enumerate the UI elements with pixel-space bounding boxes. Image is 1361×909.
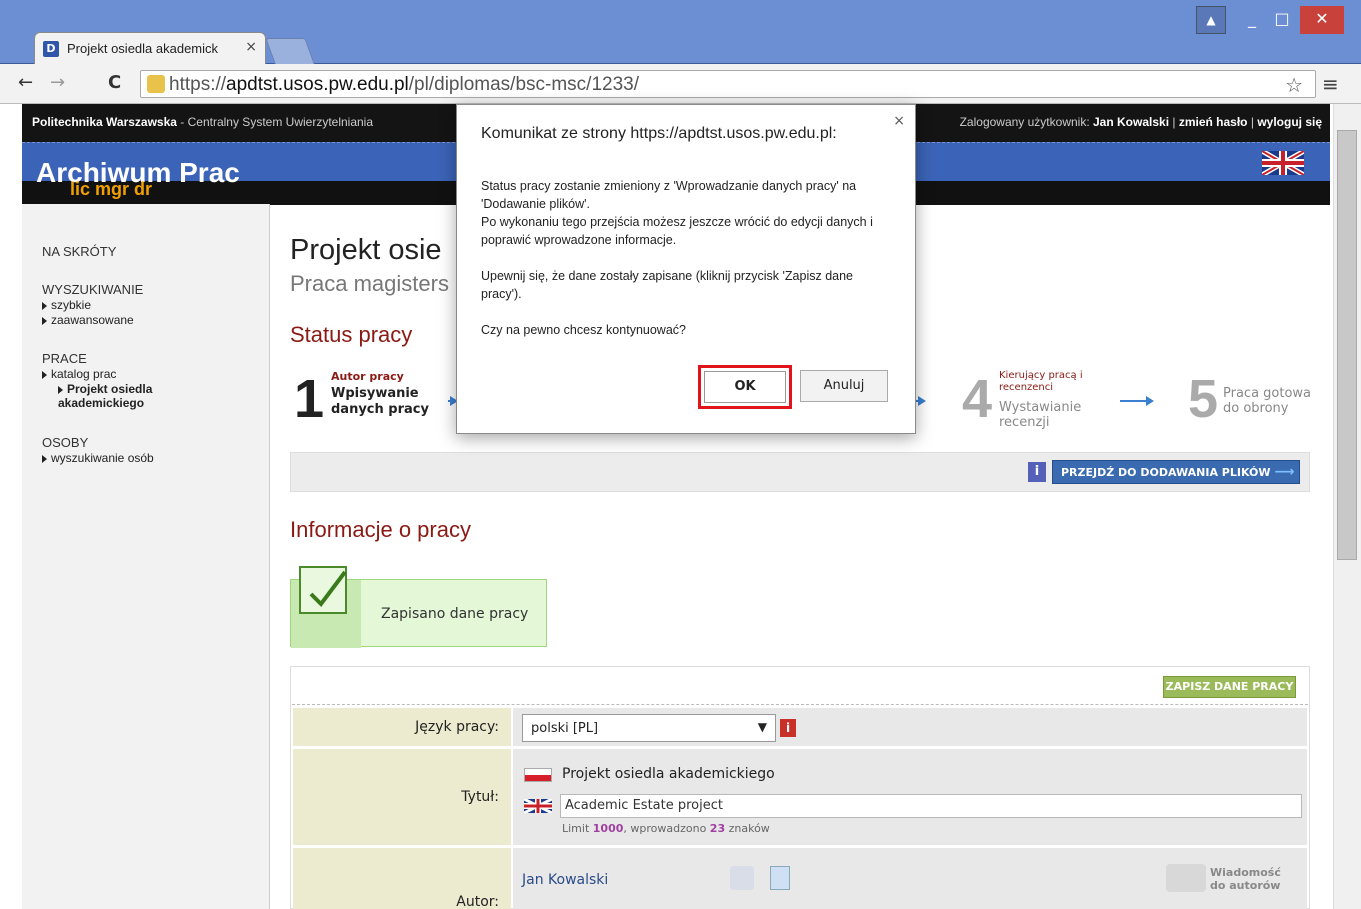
title-pl: Projekt osiedla akademickiego bbox=[562, 766, 775, 782]
user-icon[interactable]: ▲ bbox=[1196, 6, 1226, 34]
status-heading: Status pracy bbox=[290, 322, 413, 347]
sidebar: NA SKRÓTY WYSZUKIWANIE szybkie zaawansow… bbox=[22, 204, 270, 909]
tab-title: Projekt osiedla akademick bbox=[67, 41, 219, 56]
sidebar-item-current-work[interactable]: Projekt osiedla akademickiego bbox=[58, 382, 178, 410]
maximize-icon[interactable]: □ bbox=[1268, 6, 1296, 34]
saved-notice: Zapisano dane pracy bbox=[290, 566, 547, 648]
new-tab-button[interactable] bbox=[265, 38, 315, 64]
document-icon[interactable] bbox=[770, 866, 790, 890]
step-1-label: Wpisywanie danych pracy bbox=[331, 386, 429, 417]
arrow-icon bbox=[916, 396, 926, 406]
arrow-icon bbox=[448, 396, 458, 406]
uk-flag-icon[interactable] bbox=[1260, 148, 1306, 178]
triangle-icon bbox=[58, 385, 63, 394]
minimize-icon[interactable]: _ bbox=[1238, 6, 1266, 34]
dialog-close-icon[interactable]: × bbox=[893, 113, 905, 129]
lang-label: Język pracy: bbox=[293, 708, 511, 746]
triangle-icon bbox=[42, 454, 47, 463]
triangle-icon bbox=[42, 301, 47, 310]
saved-message: Zapisano dane pracy bbox=[381, 606, 529, 622]
author-label: Autor: bbox=[293, 848, 511, 909]
edit-icon[interactable] bbox=[730, 866, 754, 890]
dialog-message: Status pracy zostanie zmieniony z 'Wprow… bbox=[481, 179, 873, 337]
step-1-number: 1 bbox=[294, 369, 325, 429]
sidebar-item-person-search[interactable]: wyszukiwanie osób bbox=[42, 451, 154, 465]
page-subtitle: Praca magisters bbox=[290, 271, 449, 296]
back-icon[interactable]: ← bbox=[18, 72, 33, 93]
forward-icon[interactable]: → bbox=[50, 72, 65, 93]
go-to-files-button[interactable]: PRZEJDŹ DO DODAWANIA PLIKÓW ⟶ bbox=[1052, 460, 1300, 484]
sidebar-item-advanced-search[interactable]: zaawansowane bbox=[42, 313, 134, 327]
browser-chrome: D Projekt osiedla akademick × ▲ _ □ ✕ ← … bbox=[0, 0, 1361, 104]
title-bar: D Projekt osiedla akademick × ▲ _ □ ✕ bbox=[0, 0, 1361, 64]
sidebar-item-catalog[interactable]: katalog prac bbox=[42, 367, 116, 381]
message-authors-link[interactable]: Wiadomość do autorów bbox=[1210, 866, 1290, 892]
logout-link[interactable]: wyloguj się bbox=[1257, 115, 1322, 129]
change-password-link[interactable]: zmień hasło bbox=[1179, 115, 1248, 129]
sidebar-item-quick-search[interactable]: szybkie bbox=[42, 298, 91, 312]
message-icon[interactable] bbox=[1166, 864, 1206, 892]
info-heading: Informacje o pracy bbox=[290, 517, 471, 542]
title-en-input[interactable]: Academic Estate project bbox=[560, 794, 1302, 818]
title-label: Tytuł: bbox=[293, 749, 511, 845]
user-name: Jan Kowalski bbox=[1093, 115, 1170, 129]
sidebar-shortcuts[interactable]: NA SKRÓTY bbox=[42, 244, 116, 259]
arrow-right-icon: ⟶ bbox=[1274, 464, 1295, 480]
menu-icon[interactable]: ≡ bbox=[1322, 72, 1339, 96]
checkmark-icon bbox=[299, 566, 347, 614]
tab-close-icon[interactable]: × bbox=[245, 39, 257, 55]
ok-button[interactable]: OK bbox=[704, 371, 786, 403]
star-icon[interactable]: ☆ bbox=[1285, 73, 1303, 97]
scrollbar-thumb[interactable] bbox=[1337, 130, 1357, 560]
dialog-title: Komunikat ze strony https://apdtst.usos.… bbox=[481, 125, 837, 142]
chevron-down-icon: ▼ bbox=[757, 720, 767, 734]
site-subtitle: lic mgr dr bbox=[70, 179, 153, 199]
url-text: https://apdtst.usos.pw.edu.pl/pl/diploma… bbox=[169, 74, 639, 95]
step-5-number: 5 bbox=[1188, 369, 1219, 429]
triangle-icon bbox=[42, 370, 47, 379]
step-4-number: 4 bbox=[962, 369, 993, 429]
browser-tab[interactable]: D Projekt osiedla akademick × bbox=[34, 32, 266, 64]
info-icon[interactable]: i bbox=[1028, 462, 1046, 482]
step-4-role: Kierujący pracą i recenzenci bbox=[999, 370, 1083, 393]
close-icon[interactable]: ✕ bbox=[1300, 6, 1344, 34]
sidebar-works-heading: PRACE bbox=[42, 351, 87, 366]
page-title: Projekt osie bbox=[290, 234, 442, 266]
favicon-icon: D bbox=[43, 41, 59, 57]
save-work-button[interactable]: ZAPISZ DANE PRACY bbox=[1163, 676, 1296, 698]
step-1-role: Autor pracy bbox=[331, 370, 404, 383]
arrow-icon bbox=[1120, 396, 1154, 406]
lock-icon bbox=[147, 75, 165, 93]
cancel-button[interactable]: Anuluj bbox=[800, 370, 888, 402]
sidebar-search-heading: WYSZUKIWANIE bbox=[42, 282, 144, 297]
reload-icon[interactable]: C bbox=[108, 72, 121, 93]
author-link[interactable]: Jan Kowalski bbox=[522, 872, 608, 888]
scrollbar[interactable] bbox=[1333, 104, 1361, 909]
address-bar-row: ← → C https://apdtst.usos.pw.edu.pl/pl/d… bbox=[0, 64, 1361, 104]
step-4-label: Wystawianie recenzji bbox=[999, 400, 1082, 430]
step-5-label: Praca gotowa do obrony bbox=[1223, 386, 1312, 416]
sidebar-persons-heading: OSOBY bbox=[42, 435, 89, 450]
org-label: Politechnika Warszawska - Centralny Syst… bbox=[32, 115, 374, 129]
user-info: Zalogowany użytkownik: Jan Kowalski | zm… bbox=[959, 115, 1322, 129]
pl-flag-icon bbox=[524, 768, 552, 782]
triangle-icon bbox=[42, 316, 47, 325]
url-input[interactable]: https://apdtst.usos.pw.edu.pl/pl/diploma… bbox=[140, 70, 1316, 98]
info-red-icon[interactable]: i bbox=[780, 719, 796, 737]
char-limit: Limit 1000, wprowadzono 23 znaków bbox=[562, 822, 770, 835]
lang-select[interactable]: polski [PL] ▼ bbox=[522, 714, 776, 742]
uk-flag-icon bbox=[523, 797, 553, 815]
